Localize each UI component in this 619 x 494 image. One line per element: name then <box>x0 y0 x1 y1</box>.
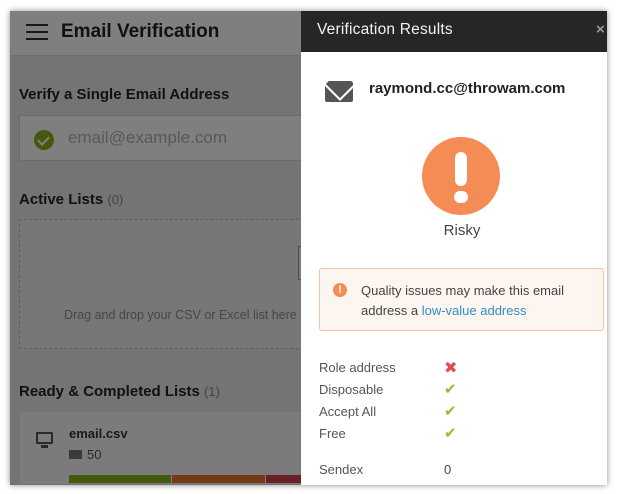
panel-header: Verification Results × <box>301 11 607 52</box>
status-label: Risky <box>443 222 481 239</box>
close-icon[interactable]: × <box>596 21 605 38</box>
check-icon: ✔ <box>444 403 457 420</box>
quality-notice: ! Quality issues may make this email add… <box>319 268 604 331</box>
check-icon: ✔ <box>444 425 457 442</box>
attr-label-free: Free <box>319 426 346 441</box>
check-icon: ✔ <box>444 381 457 398</box>
attr-label-accept-all: Accept All <box>319 404 377 419</box>
attr-label-disposable: Disposable <box>319 382 384 397</box>
x-icon: ✖ <box>444 360 458 377</box>
sendex-label: Sendex <box>319 462 364 477</box>
app-window: Email Verification Verify a Single Email… <box>10 11 607 485</box>
warning-icon: ! <box>333 283 347 297</box>
envelope-icon <box>325 81 353 102</box>
sendex-value: 0 <box>444 462 452 477</box>
low-value-address-link[interactable]: low-value address <box>422 303 527 318</box>
verification-results-panel: Verification Results × raymond.cc@throwa… <box>301 11 607 485</box>
attr-label-role-address: Role address <box>319 360 396 375</box>
panel-title: Verification Results <box>317 21 453 38</box>
verified-email: raymond.cc@throwam.com <box>369 80 566 97</box>
notice-text: Quality issues may make this email addre… <box>361 281 591 321</box>
risk-exclamation-icon <box>422 137 500 215</box>
